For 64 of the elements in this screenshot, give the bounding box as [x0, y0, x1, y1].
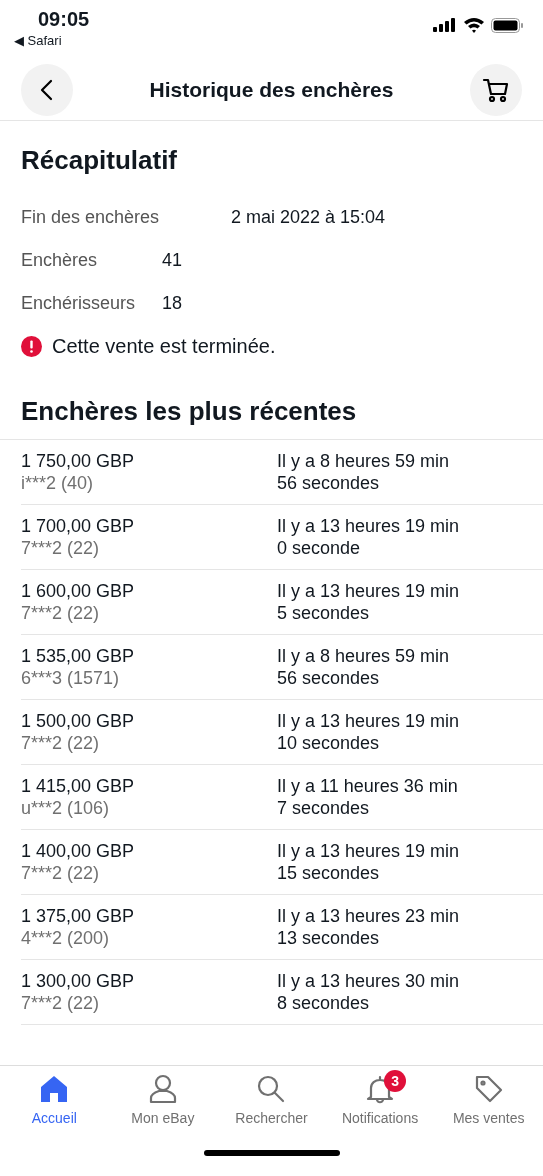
bid-amount: 1 535,00 GBP	[21, 645, 136, 667]
search-icon	[256, 1074, 287, 1104]
back-button[interactable]	[21, 64, 73, 116]
bidder-name: 7***2 (22)	[21, 732, 101, 754]
summary-value: 18	[162, 293, 183, 314]
back-to-app-link[interactable]: ◀ Safari	[14, 33, 62, 48]
bid-amount: 1 750,00 GBP	[21, 450, 136, 472]
battery-icon	[491, 17, 523, 33]
bid-time: 15 secondes	[277, 862, 381, 884]
bidder-name: 7***2 (22)	[21, 992, 101, 1014]
bid-time: Il y a 13 heures 19 min	[277, 515, 461, 537]
bidder-name: u***2 (106)	[21, 797, 111, 819]
bid-amount: 1 600,00 GBP	[21, 580, 136, 602]
page-title: Historique des enchères	[149, 78, 394, 102]
bid-time: 0 seconde	[277, 537, 362, 559]
notification-badge: 3	[384, 1070, 407, 1092]
bid-time: Il y a 13 heures 23 min	[277, 905, 461, 927]
bid-time: Il y a 8 heures 59 min	[277, 450, 451, 472]
wifi-icon	[463, 17, 485, 33]
tag-icon	[473, 1074, 504, 1104]
bid-time: Il y a 8 heures 59 min	[277, 645, 451, 667]
status-time: 09:05	[38, 8, 90, 31]
bid-amount: 1 500,00 GBP	[21, 710, 136, 732]
summary-value: 41	[162, 250, 183, 271]
bid-amount: 1 400,00 GBP	[21, 840, 136, 862]
tab-bar-item[interactable]: Accueil	[4, 1074, 105, 1126]
bid-time: 8 secondes	[277, 992, 371, 1014]
bidder-name: 6***3 (1571)	[21, 667, 121, 689]
tab-bar-item[interactable]: Rechercher	[221, 1074, 322, 1126]
bidder-name: 7***2 (22)	[21, 862, 101, 884]
bid-time: 56 secondes	[277, 667, 381, 689]
cart-icon	[482, 76, 510, 104]
bid-time: 7 secondes	[277, 797, 371, 819]
cart-button[interactable]	[470, 64, 522, 116]
section-title: Récapitulatif	[21, 145, 179, 176]
bidder-name: 7***2 (22)	[21, 537, 101, 559]
bid-amount: 1 700,00 GBP	[21, 515, 136, 537]
bid-time: Il y a 13 heures 30 min	[277, 970, 461, 992]
bid-time: 56 secondes	[277, 472, 381, 494]
section-title: Enchères les plus récentes	[21, 396, 358, 427]
bid-time: 10 secondes	[277, 732, 381, 754]
summary-label: Enchérisseurs	[21, 293, 137, 314]
bid-time: 13 secondes	[277, 927, 381, 949]
tab-bar-item[interactable]: Mes ventes	[438, 1074, 539, 1126]
summary-label: Enchères	[21, 250, 99, 271]
bid-time: Il y a 11 heures 36 min	[277, 775, 459, 797]
alert-icon	[21, 336, 42, 357]
bid-time: Il y a 13 heures 19 min	[277, 710, 461, 732]
person-icon	[147, 1074, 178, 1104]
bid-amount: 1 300,00 GBP	[21, 970, 136, 992]
bid-amount: 1 375,00 GBP	[21, 905, 136, 927]
bidder-name: 7***2 (22)	[21, 602, 101, 624]
signal-icon	[433, 18, 457, 32]
tab-bar-item[interactable]: Mon eBay	[112, 1074, 213, 1126]
alert-message: Cette vente est terminée.	[52, 335, 276, 358]
bidder-name: i***2 (40)	[21, 472, 95, 494]
summary-label: Fin des enchères	[21, 207, 161, 228]
summary-value: 2 mai 2022 à 15:04	[231, 207, 386, 228]
bidder-name: 4***2 (200)	[21, 927, 111, 949]
home-icon	[39, 1074, 70, 1104]
bid-time: Il y a 13 heures 19 min	[277, 840, 461, 862]
bid-time: 5 secondes	[277, 602, 371, 624]
bid-time: Il y a 13 heures 19 min	[277, 580, 461, 602]
bid-amount: 1 415,00 GBP	[21, 775, 136, 797]
